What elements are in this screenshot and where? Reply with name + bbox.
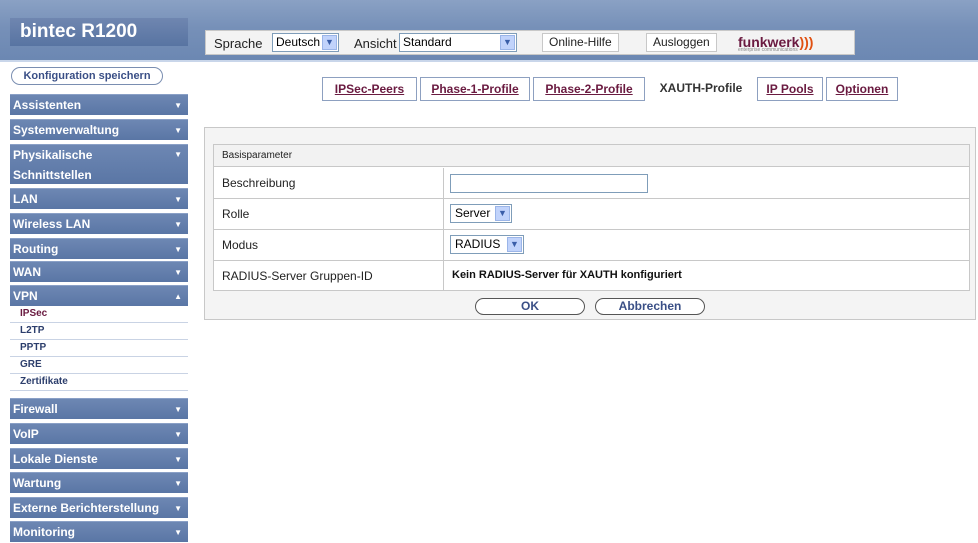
tab-phase-2-profile[interactable]: Phase-2-Profile — [533, 77, 645, 101]
sidebar-item-label: Externe Berichterstellung — [13, 501, 160, 515]
sidebar-item-firewall[interactable]: Firewall ▼ — [10, 398, 188, 419]
section-title: Basisparameter — [214, 145, 969, 167]
header: bintec R1200 Sprache Deutsch ▼ Ansicht S… — [0, 0, 978, 62]
role-label: Rolle — [222, 207, 250, 221]
chevron-down-icon: ▼ — [507, 237, 522, 252]
tab-optionen[interactable]: Optionen — [826, 77, 898, 101]
tab-ipsec-peers[interactable]: IPSec-Peers — [322, 77, 417, 101]
cancel-button[interactable]: Abbrechen — [595, 298, 705, 315]
view-select[interactable]: Standard ▼ — [399, 33, 517, 52]
divider — [443, 230, 444, 260]
form-table: Basisparameter Beschreibung Rolle Server… — [213, 144, 970, 291]
help-button[interactable]: Online-Hilfe — [542, 33, 619, 52]
save-config-button[interactable]: Konfiguration speichern — [11, 67, 163, 85]
mode-select[interactable]: RADIUS ▼ — [450, 235, 524, 254]
sidebar-item-lan[interactable]: LAN ▼ — [10, 188, 188, 209]
sidebar-item-vpn[interactable]: VPN ▲ — [10, 285, 188, 306]
sidebar-item-label: Wartung — [13, 476, 62, 490]
mode-value: RADIUS — [455, 237, 501, 251]
language-label: Sprache — [214, 36, 263, 51]
chevron-down-icon: ▼ — [174, 126, 182, 135]
chevron-down-icon: ▼ — [174, 528, 182, 537]
view-label: Ansicht — [354, 36, 397, 51]
sidebar-item-assistenten[interactable]: Assistenten ▼ — [10, 94, 188, 115]
sidebar-item-label: WAN — [13, 265, 41, 279]
radius-group-label: RADIUS-Server Gruppen-ID — [222, 269, 373, 283]
chevron-down-icon: ▼ — [174, 405, 182, 414]
row-modus: Modus RADIUS ▼ — [214, 230, 969, 261]
sidebar-item-label: Physikalische Schnittstellen — [13, 148, 93, 182]
chevron-up-icon: ▲ — [174, 292, 182, 301]
chevron-down-icon: ▼ — [174, 455, 182, 464]
sidebar-item-physikalische-schnittstellen[interactable]: Physikalische Schnittstellen ▼ — [10, 144, 188, 184]
role-value: Server — [455, 206, 491, 220]
sidebar-subitem-gre[interactable]: GRE — [10, 357, 188, 374]
sidebar-subitem-zertifikate[interactable]: Zertifikate — [10, 374, 188, 391]
sidebar-item-label: LAN — [13, 192, 38, 206]
chevron-down-icon: ▼ — [500, 35, 515, 50]
sidebar-item-wartung[interactable]: Wartung ▼ — [10, 472, 188, 493]
divider — [443, 199, 444, 229]
sidebar-item-label: Monitoring — [13, 525, 75, 539]
waves-icon: ))) — [799, 34, 814, 50]
form-panel: Basisparameter Beschreibung Rolle Server… — [204, 127, 976, 320]
sidebar-item-label: Wireless LAN — [13, 217, 91, 231]
sidebar-item-label: Firewall — [13, 402, 58, 416]
sidebar-subitem-l2tp[interactable]: L2TP — [10, 323, 188, 340]
sidebar: Konfiguration speichern Assistenten ▼ Sys… — [10, 62, 190, 542]
divider — [443, 261, 444, 291]
chevron-down-icon: ▼ — [174, 195, 182, 204]
logout-button[interactable]: Ausloggen — [646, 33, 717, 52]
language-value: Deutsch — [276, 35, 321, 49]
sidebar-item-label: Lokale Dienste — [13, 452, 98, 466]
sidebar-item-voip[interactable]: VoIP ▼ — [10, 423, 188, 444]
chevron-down-icon: ▼ — [174, 101, 182, 110]
sidebar-item-externe-berichterstellung[interactable]: Externe Berichterstellung ▼ — [10, 497, 188, 518]
sidebar-item-label: Routing — [13, 242, 59, 256]
description-input[interactable] — [450, 174, 648, 193]
sidebar-item-lokale-dienste[interactable]: Lokale Dienste ▼ — [10, 448, 188, 469]
chevron-down-icon: ▼ — [174, 479, 182, 488]
sidebar-item-label: VPN — [13, 289, 38, 303]
sidebar-item-wan[interactable]: WAN ▼ — [10, 261, 188, 282]
chevron-down-icon: ▼ — [322, 35, 337, 50]
sidebar-item-label: VoIP — [13, 427, 39, 441]
chevron-down-icon: ▼ — [174, 268, 182, 277]
chevron-down-icon: ▼ — [174, 504, 182, 513]
tab-ip-pools[interactable]: IP Pools — [757, 77, 823, 101]
description-label: Beschreibung — [222, 176, 296, 190]
brand-title: bintec R1200 — [10, 18, 188, 46]
row-radius-group: RADIUS-Server Gruppen-ID Kein RADIUS-Ser… — [214, 261, 969, 292]
chevron-down-icon: ▼ — [495, 206, 510, 221]
sidebar-item-label: Systemverwaltung — [13, 123, 120, 137]
tab-xauth-profile[interactable]: XAUTH-Profile — [648, 77, 754, 101]
top-toolbar: Sprache Deutsch ▼ Ansicht Standard ▼ Onl… — [205, 30, 855, 55]
sidebar-subitem-pptp[interactable]: PPTP — [10, 340, 188, 357]
view-value: Standard — [403, 35, 452, 49]
sidebar-item-systemverwaltung[interactable]: Systemverwaltung ▼ — [10, 119, 188, 140]
divider — [443, 168, 444, 198]
chevron-down-icon: ▼ — [174, 150, 182, 159]
chevron-down-icon: ▼ — [174, 220, 182, 229]
sidebar-item-routing[interactable]: Routing ▼ — [10, 238, 188, 259]
mode-label: Modus — [222, 238, 259, 252]
sidebar-subitem-ipsec[interactable]: IPSec — [10, 306, 188, 323]
chevron-down-icon: ▼ — [174, 245, 182, 254]
radius-group-value: Kein RADIUS-Server für XAUTH konfigurier… — [452, 269, 682, 281]
sidebar-item-label: Assistenten — [13, 98, 82, 112]
funkwerk-logo: funkwerk))) enterprise communications — [738, 34, 813, 53]
sidebar-item-wireless-lan[interactable]: Wireless LAN ▼ — [10, 213, 188, 234]
role-select[interactable]: Server ▼ — [450, 204, 512, 223]
ok-button[interactable]: OK — [475, 298, 585, 315]
language-select[interactable]: Deutsch ▼ — [272, 33, 339, 52]
button-bar: OK Abbrechen — [205, 292, 975, 319]
tab-phase-1-profile[interactable]: Phase-1-Profile — [420, 77, 530, 101]
row-rolle: Rolle Server ▼ — [214, 199, 969, 230]
chevron-down-icon: ▼ — [174, 430, 182, 439]
row-beschreibung: Beschreibung — [214, 168, 969, 199]
